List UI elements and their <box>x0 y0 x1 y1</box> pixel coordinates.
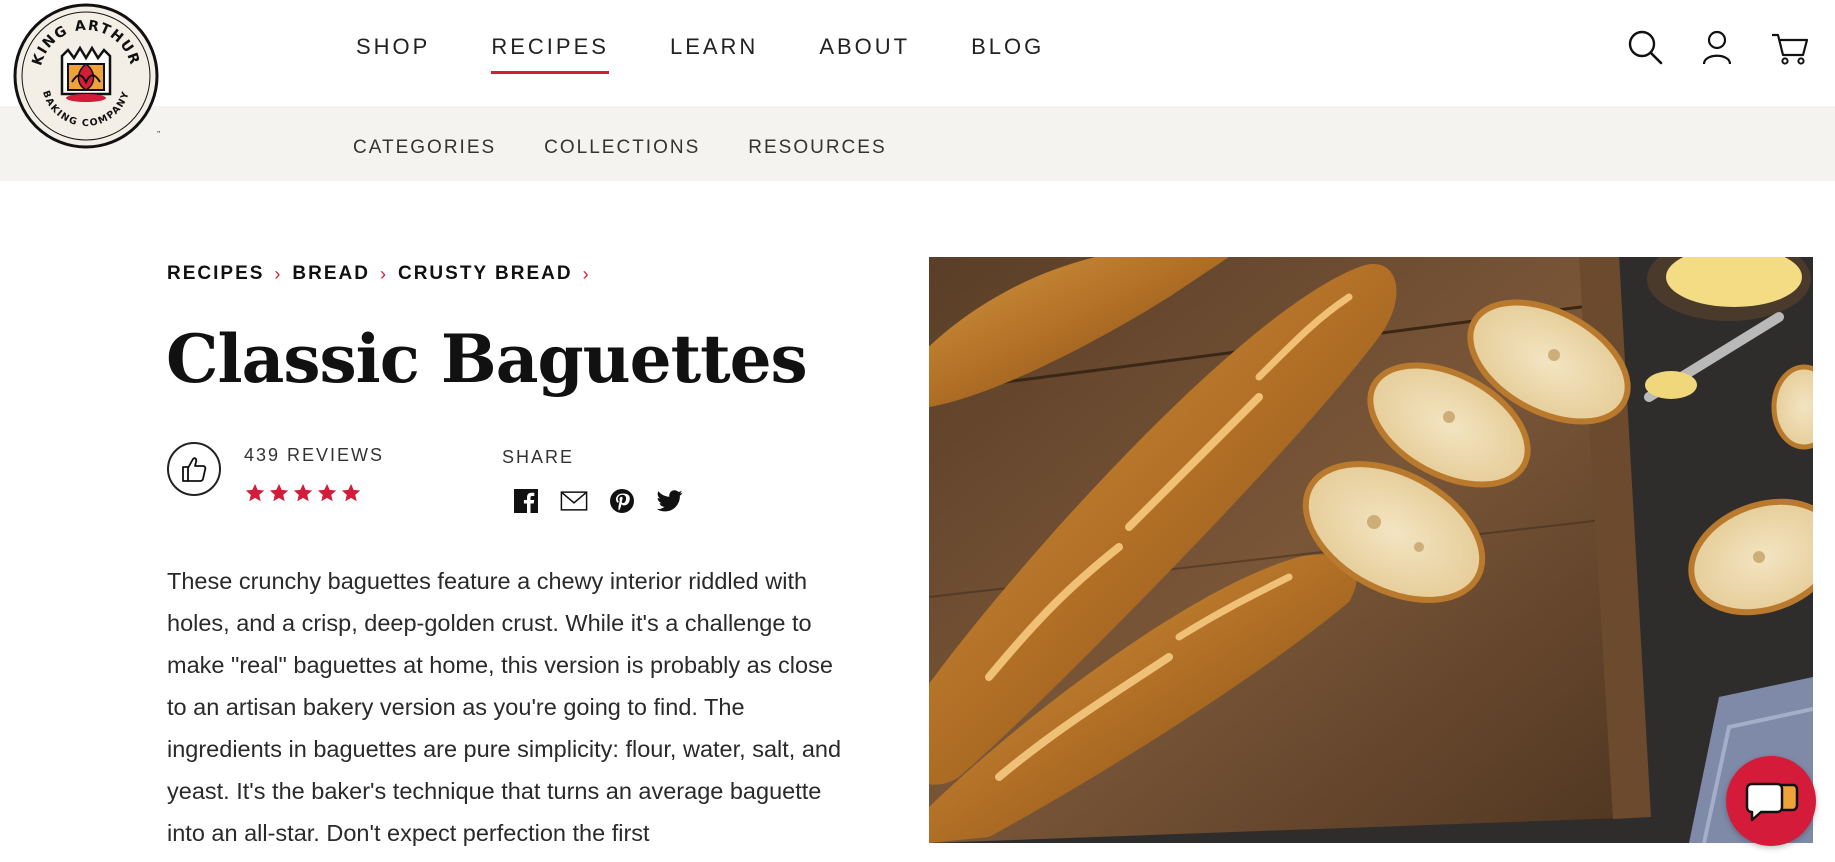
share-icons <box>512 487 684 515</box>
breadcrumb-bread[interactable]: BREAD <box>292 263 370 285</box>
search-icon[interactable] <box>1625 28 1665 68</box>
page-title: Classic Baguettes <box>166 320 808 398</box>
star-icon <box>245 483 265 502</box>
subnav-item-categories[interactable]: CATEGORIES <box>353 137 496 159</box>
sub-header: CATEGORIES COLLECTIONS RESOURCES <box>0 106 1835 181</box>
pinterest-icon[interactable] <box>608 487 636 515</box>
breadcrumb-recipes[interactable]: RECIPES <box>167 263 264 285</box>
chat-button[interactable] <box>1726 756 1816 846</box>
recipe-description: These crunchy baguettes feature a chewy … <box>167 568 842 846</box>
thumbs-up-button[interactable] <box>167 442 221 496</box>
star-icon <box>317 483 337 502</box>
king-arthur-logo[interactable]: KING ARTHUR BAKING COMPANY ™ <box>12 2 163 150</box>
chevron-right-icon: › <box>274 263 281 284</box>
breadcrumb-crusty-bread[interactable]: CRUSTY BREAD <box>398 263 573 285</box>
header-icons <box>1625 28 1835 68</box>
star-icon <box>293 483 313 502</box>
top-header: SHOP RECIPES LEARN ABOUT BLOG <box>0 0 1835 106</box>
hero-image-baguettes <box>929 257 1813 843</box>
breadcrumb: RECIPES › BREAD › CRUSTY BREAD › <box>167 263 601 285</box>
main-nav: SHOP RECIPES LEARN ABOUT BLOG <box>356 34 1105 74</box>
nav-item-shop[interactable]: SHOP <box>356 34 430 74</box>
subnav-item-collections[interactable]: COLLECTIONS <box>544 137 700 159</box>
thumbs-up-icon <box>182 457 207 482</box>
cart-icon[interactable] <box>1770 28 1810 68</box>
star-icon <box>341 483 361 502</box>
nav-item-recipes[interactable]: RECIPES <box>491 34 609 74</box>
logo-trademark: ™ <box>156 130 160 138</box>
nav-item-learn[interactable]: LEARN <box>670 34 758 74</box>
sub-nav: CATEGORIES COLLECTIONS RESOURCES <box>353 137 935 159</box>
star-rating <box>244 482 362 504</box>
reviews-count-link[interactable]: 439 REVIEWS <box>244 445 384 466</box>
subnav-item-resources[interactable]: RESOURCES <box>748 137 886 159</box>
share-label: SHARE <box>502 447 575 467</box>
chat-bubble-icon <box>1745 782 1799 822</box>
chevron-right-icon: › <box>379 263 386 284</box>
nav-item-blog[interactable]: BLOG <box>971 34 1044 74</box>
nav-item-about[interactable]: ABOUT <box>819 34 910 74</box>
email-icon[interactable] <box>560 487 588 515</box>
star-icon <box>269 483 289 502</box>
chevron-right-icon: › <box>582 263 589 284</box>
facebook-icon[interactable] <box>512 487 540 515</box>
twitter-icon[interactable] <box>656 487 684 515</box>
account-icon[interactable] <box>1697 28 1737 68</box>
